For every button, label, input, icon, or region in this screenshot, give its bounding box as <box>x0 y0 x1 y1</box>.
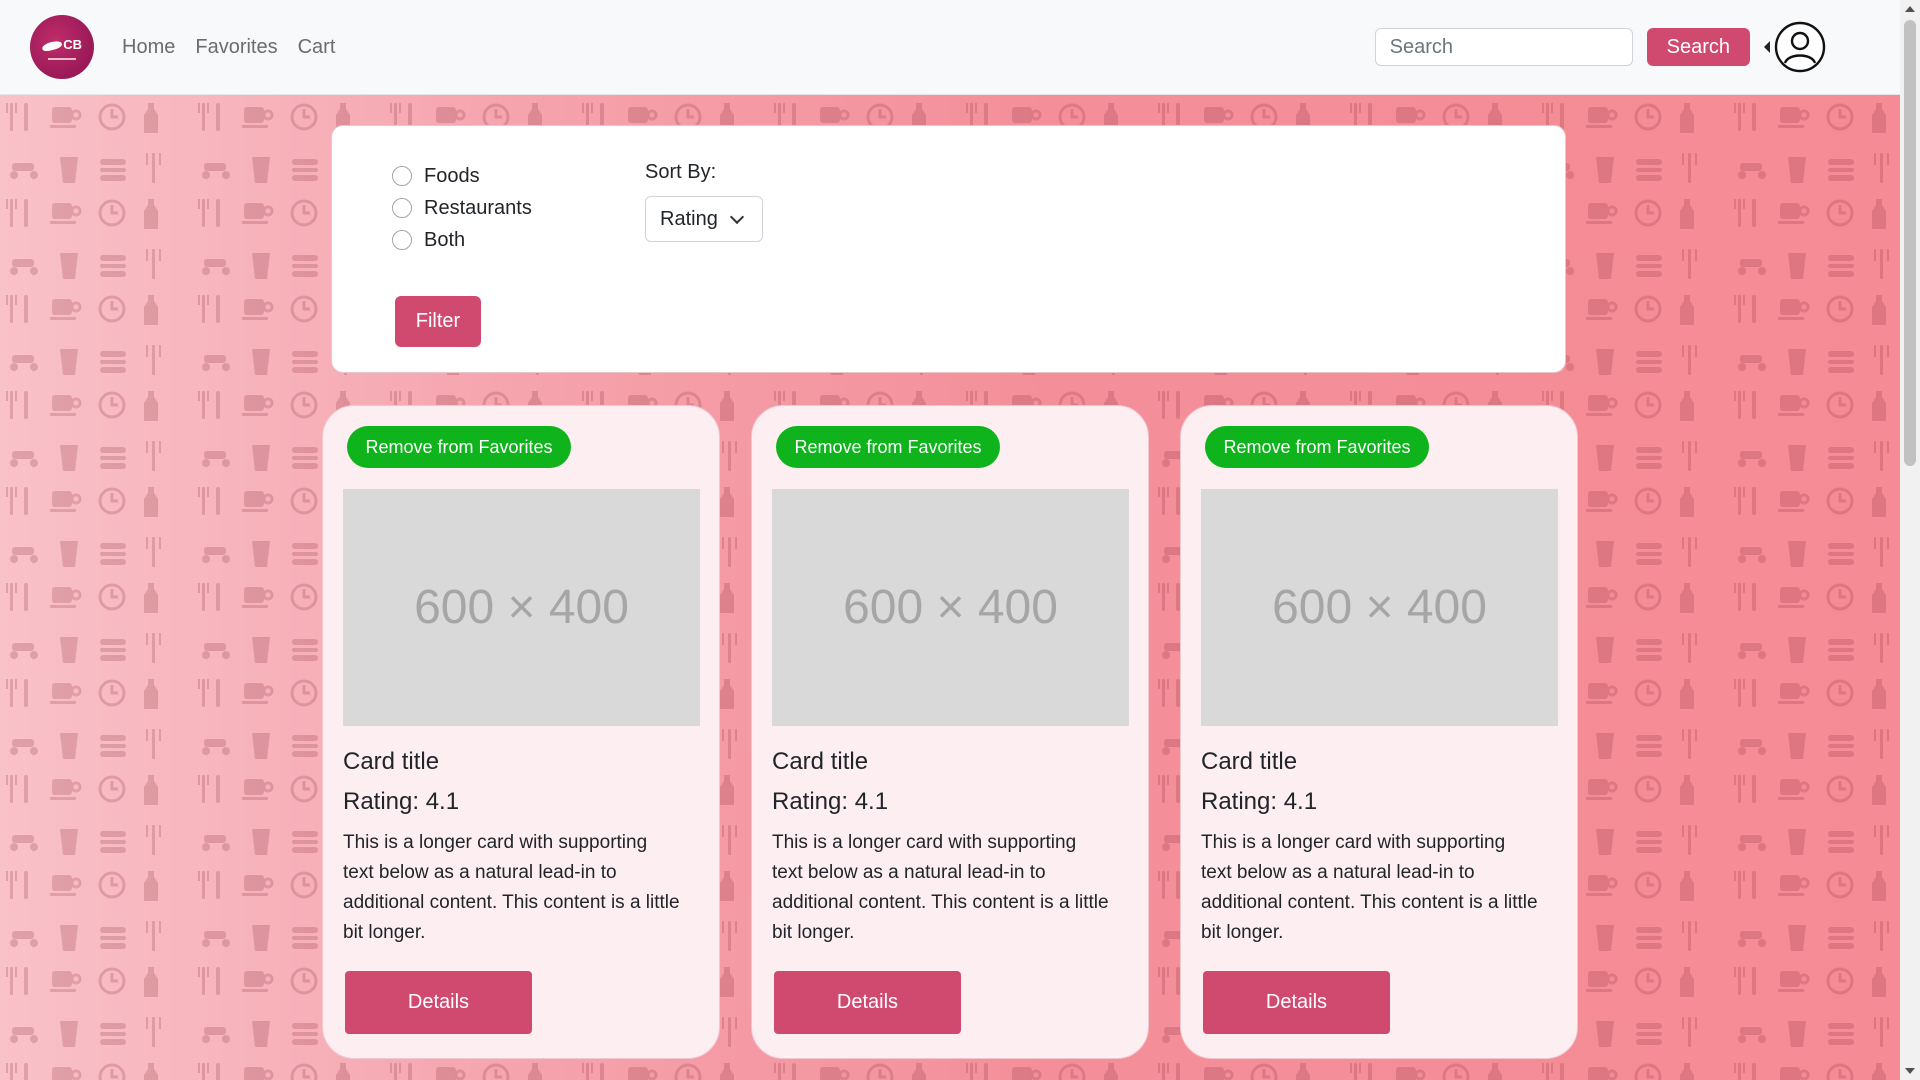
logo-tagline-line <box>48 58 76 60</box>
chevron-down-icon <box>729 209 745 225</box>
radio-button-foods[interactable] <box>392 166 412 186</box>
remove-from-favorites-button[interactable]: Remove from Favorites <box>347 426 571 468</box>
logo-text: CB <box>63 37 82 52</box>
nav-link-favorites[interactable]: Favorites <box>195 36 277 59</box>
radio-option-foods[interactable]: Foods <box>392 160 532 192</box>
radio-button-both[interactable] <box>392 230 412 250</box>
scroll-up-arrow-icon[interactable] <box>1905 6 1915 12</box>
card-image-placeholder: 600 × 400 <box>343 489 700 726</box>
card-description: This is a longer card with supporting te… <box>1201 832 1538 943</box>
radio-button-restaurants[interactable] <box>392 198 412 218</box>
card-image-placeholder: 600 × 400 <box>772 489 1129 726</box>
scroll-down-arrow-icon[interactable] <box>1905 1068 1915 1074</box>
card-rating: Rating: 4.1 <box>343 788 460 815</box>
navbar: CB Home Favorites Cart Search <box>0 0 1900 95</box>
card-title: Card title <box>772 748 869 775</box>
radio-label-foods: Foods <box>424 164 480 187</box>
card-description: This is a longer card with supporting te… <box>343 832 680 943</box>
page-scrollbar[interactable] <box>1900 0 1920 1080</box>
favorite-card: Remove from Favorites 600 × 400 Card tit… <box>322 405 720 1059</box>
radio-label-both: Both <box>424 228 466 251</box>
nav-right: Search <box>1374 21 1826 73</box>
details-button[interactable]: Details <box>774 971 961 1034</box>
card-title: Card title <box>1201 748 1298 775</box>
filter-button[interactable]: Filter <box>395 296 481 347</box>
radio-label-restaurants: Restaurants <box>424 196 532 219</box>
search-button[interactable]: Search <box>1646 28 1750 66</box>
favorite-card: Remove from Favorites 600 × 400 Card tit… <box>751 405 1149 1059</box>
remove-from-favorites-button[interactable]: Remove from Favorites <box>1205 426 1429 468</box>
card-description: This is a longer card with supporting te… <box>772 832 1109 943</box>
card-rating: Rating: 4.1 <box>772 788 889 815</box>
logo-bird-mark <box>41 39 63 53</box>
scrollbar-thumb[interactable] <box>1904 20 1916 466</box>
dropdown-caret-icon[interactable] <box>1764 41 1770 53</box>
filter-panel: Foods Restaurants Both Sort By: Rating F… <box>331 125 1566 373</box>
type-radio-group: Foods Restaurants Both <box>392 160 532 256</box>
sort-select[interactable]: Rating <box>645 196 763 242</box>
remove-from-favorites-button[interactable]: Remove from Favorites <box>776 426 1000 468</box>
nav-link-home[interactable]: Home <box>122 36 175 59</box>
brand-logo[interactable]: CB <box>30 15 94 79</box>
card-image-placeholder: 600 × 400 <box>1201 489 1558 726</box>
radio-option-restaurants[interactable]: Restaurants <box>392 192 532 224</box>
card-rating: Rating: 4.1 <box>1201 788 1318 815</box>
details-button[interactable]: Details <box>1203 971 1390 1034</box>
favorite-card: Remove from Favorites 600 × 400 Card tit… <box>1180 405 1578 1059</box>
card-title: Card title <box>343 748 440 775</box>
nav-links: Home Favorites Cart <box>122 36 335 59</box>
sort-selected-value: Rating <box>660 207 718 230</box>
search-input[interactable] <box>1374 28 1633 66</box>
user-circle-icon[interactable] <box>1774 21 1826 73</box>
sort-by-label: Sort By: <box>645 161 717 183</box>
radio-option-both[interactable]: Both <box>392 224 532 256</box>
nav-link-cart[interactable]: Cart <box>298 36 336 59</box>
details-button[interactable]: Details <box>345 971 532 1034</box>
